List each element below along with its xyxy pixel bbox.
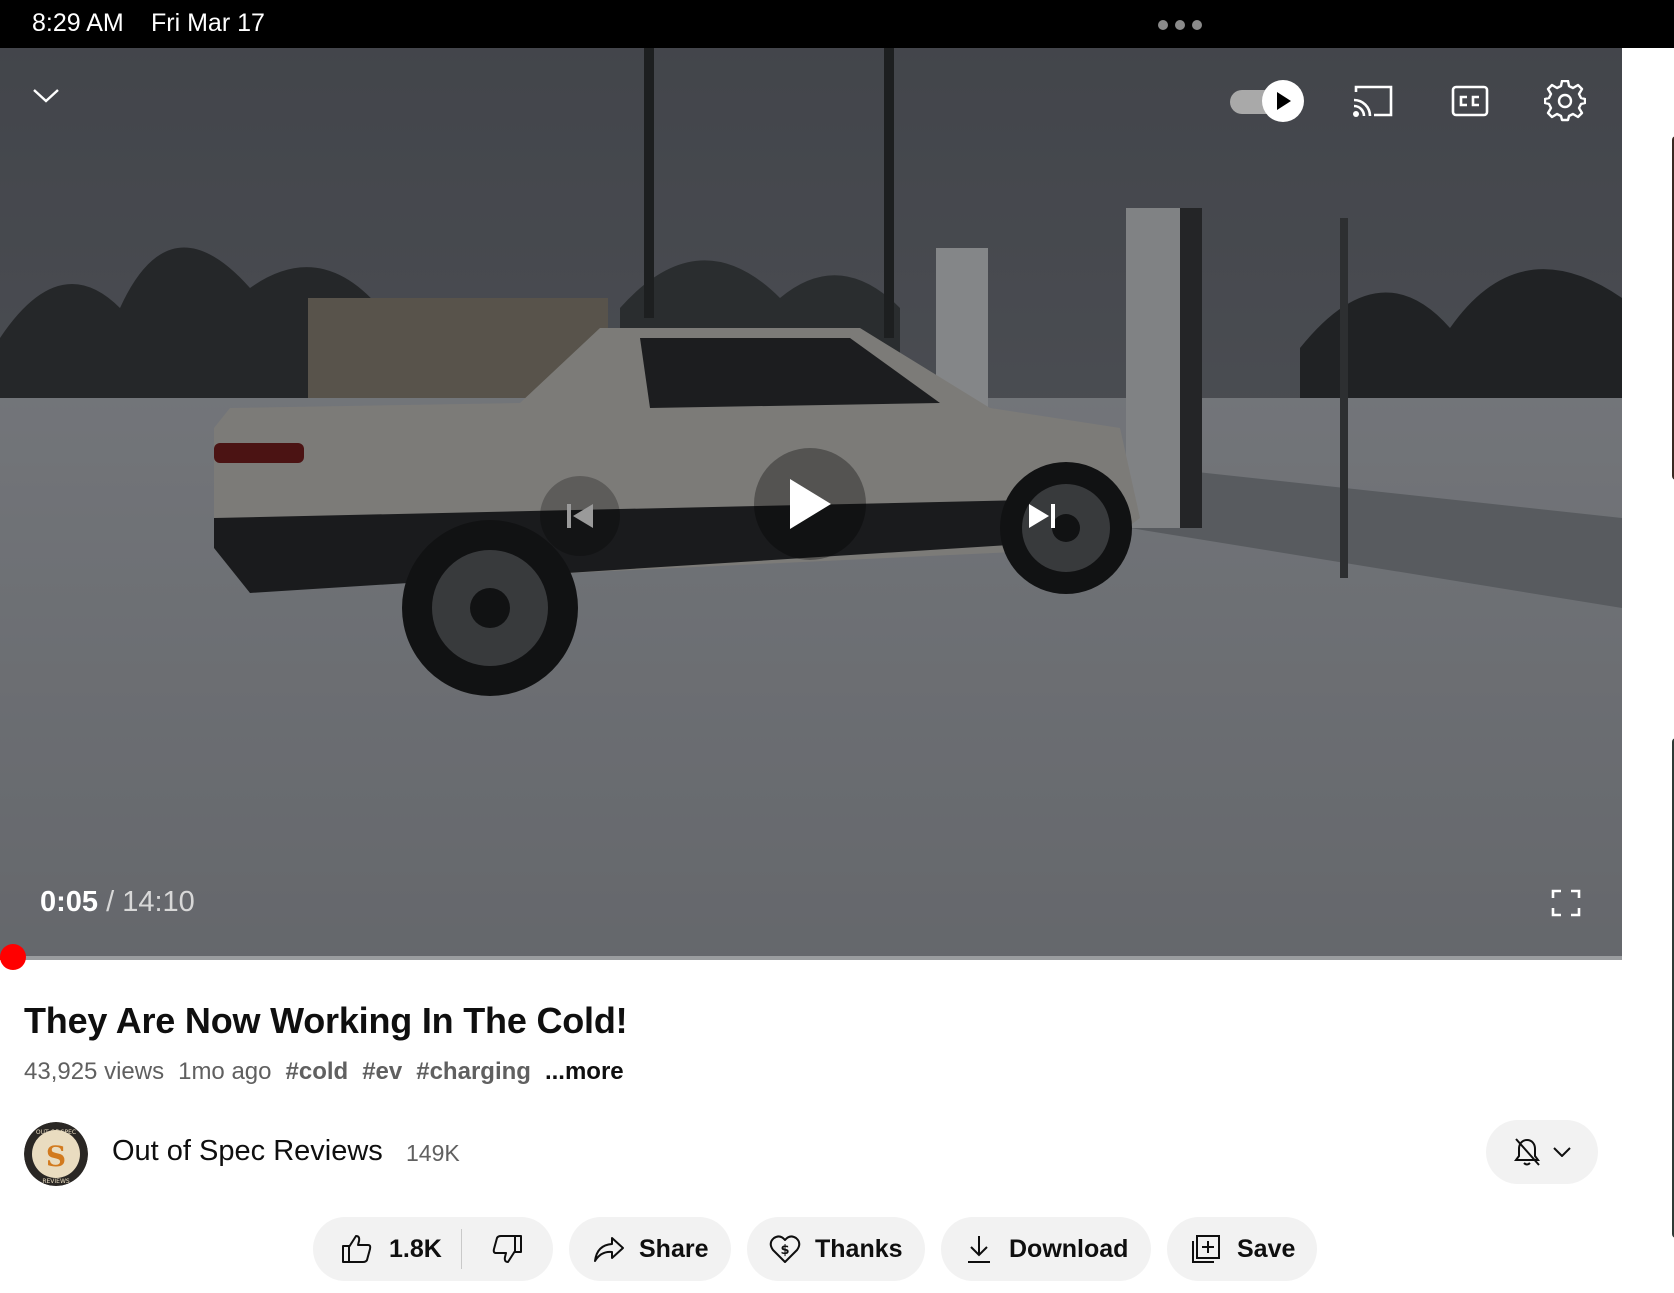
- duration: 14:10: [122, 886, 195, 918]
- cast-button[interactable]: [1350, 80, 1396, 122]
- autoplay-toggle[interactable]: [1228, 80, 1304, 122]
- play-icon: [1277, 92, 1291, 110]
- captions-button[interactable]: [1446, 80, 1494, 122]
- view-count: 43,925 views: [24, 1058, 165, 1085]
- dislike-button[interactable]: [462, 1217, 552, 1281]
- avatar-text-bottom: REVIEWS: [42, 1178, 70, 1185]
- share-label: Share: [639, 1234, 709, 1263]
- download-icon: [968, 1236, 990, 1263]
- skip-next-icon: [1029, 504, 1055, 528]
- previous-video-button[interactable]: [540, 476, 620, 556]
- save-button[interactable]: Save: [1167, 1217, 1317, 1281]
- download-label: Download: [1009, 1234, 1129, 1263]
- scrubber-handle[interactable]: [0, 944, 26, 970]
- hashtag-charging[interactable]: #charging: [416, 1058, 531, 1086]
- chevron-down-icon: [33, 89, 59, 103]
- share-arrow-icon: [594, 1237, 624, 1262]
- video-title: They Are Now Working In The Cold!: [24, 1000, 628, 1041]
- collapse-button[interactable]: [26, 80, 66, 112]
- more-description-link[interactable]: ...more: [545, 1058, 624, 1086]
- avatar-text-top: OUT OF SPEC: [36, 1129, 76, 1136]
- download-button[interactable]: Download: [941, 1217, 1151, 1281]
- share-button[interactable]: Share: [569, 1217, 731, 1281]
- channel-name[interactable]: Out of Spec Reviews: [112, 1135, 383, 1168]
- channel-row: OUT OF SPEC S REVIEWS Out of Spec Review…: [24, 1120, 1598, 1186]
- play-button[interactable]: [754, 448, 866, 560]
- gear-icon: [1544, 80, 1586, 122]
- side-panel-peek: [1622, 48, 1674, 1293]
- fullscreen-button[interactable]: [1548, 887, 1584, 919]
- skip-previous-icon: [567, 504, 593, 528]
- cast-icon: [1353, 85, 1393, 117]
- play-icon: [790, 479, 831, 529]
- hashtag-cold[interactable]: #cold: [286, 1058, 349, 1086]
- thumbs-up-icon: [342, 1235, 372, 1263]
- thumbs-down-icon: [492, 1235, 522, 1263]
- status-time: 8:29 AM: [32, 9, 124, 37]
- time-separator: /: [106, 886, 115, 918]
- bell-off-icon: [1514, 1138, 1540, 1166]
- upload-age: 1mo ago: [178, 1058, 272, 1085]
- svg-text:$: $: [780, 1243, 789, 1258]
- avatar-letter: S: [46, 1140, 66, 1173]
- thanks-button[interactable]: $ Thanks: [747, 1217, 925, 1281]
- time-display: 0:05 / 14:10: [40, 886, 195, 919]
- video-meta[interactable]: 43,925 views 1mo ago #cold #ev #charging…: [24, 1058, 624, 1086]
- next-video-button[interactable]: [1002, 476, 1082, 556]
- like-button[interactable]: 1.8K: [313, 1217, 461, 1281]
- multitasking-dots-icon[interactable]: [1158, 20, 1202, 30]
- like-dislike-group: 1.8K: [313, 1217, 553, 1281]
- subscriber-count: 149K: [406, 1140, 460, 1166]
- status-date: Fri Mar 17: [151, 9, 265, 37]
- current-time: 0:05: [40, 886, 99, 918]
- action-bar: 1.8K Share $ Thanks Download Save: [0, 1217, 1674, 1283]
- thanks-label: Thanks: [815, 1234, 903, 1263]
- closed-captions-icon: [1451, 85, 1489, 117]
- fullscreen-icon: [1551, 889, 1581, 917]
- save-label: Save: [1237, 1234, 1296, 1263]
- heart-dollar-icon: $: [769, 1235, 801, 1263]
- add-to-playlist-icon: [1192, 1235, 1220, 1263]
- chevron-down-icon: [1553, 1147, 1571, 1157]
- channel-avatar[interactable]: OUT OF SPEC S REVIEWS: [24, 1122, 88, 1186]
- video-player[interactable]: 0:05 / 14:10: [0, 48, 1622, 960]
- like-count: 1.8K: [389, 1234, 442, 1263]
- hashtag-ev[interactable]: #ev: [362, 1058, 402, 1086]
- notification-settings-button[interactable]: [1486, 1120, 1598, 1184]
- progress-bar[interactable]: [0, 956, 1622, 960]
- status-bar: 8:29 AM Fri Mar 17: [0, 0, 1674, 48]
- settings-button[interactable]: [1542, 78, 1588, 124]
